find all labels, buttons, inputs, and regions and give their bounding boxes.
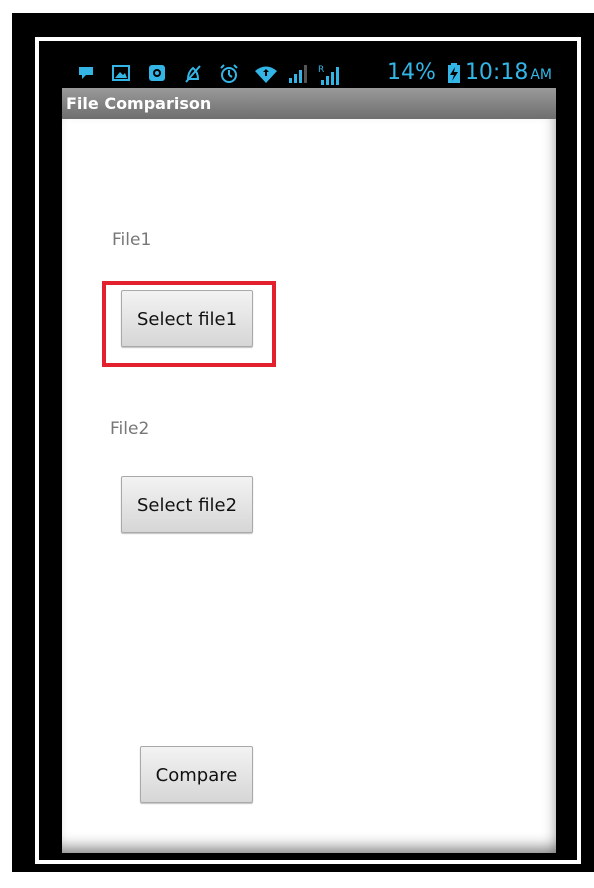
app-title-bar: File Comparison (62, 88, 556, 119)
compare-button[interactable]: Compare (140, 746, 253, 803)
signal-icon (289, 65, 307, 83)
app-title: File Comparison (66, 94, 212, 113)
status-clock: 10:18 AM (464, 60, 552, 85)
notification-icon (79, 67, 93, 79)
svg-text:R: R (318, 65, 324, 75)
alarm-icon (220, 64, 238, 83)
wifi-icon (255, 66, 277, 83)
status-bar: R 14% 10:18 AM (62, 58, 556, 88)
select-file2-button[interactable]: Select file2 (121, 476, 253, 533)
battery-percent: 14% (387, 60, 436, 85)
mute-icon (185, 65, 201, 83)
battery-charging-icon (448, 63, 460, 83)
selection-highlight (102, 281, 276, 367)
phone-screen: R 14% 10:18 AM File Comparison (62, 58, 556, 853)
file2-label: File2 (110, 419, 150, 439)
file1-label: File1 (112, 230, 152, 250)
app-icon (149, 65, 165, 81)
image-icon (112, 65, 130, 81)
roaming-signal-icon: R (318, 65, 339, 85)
